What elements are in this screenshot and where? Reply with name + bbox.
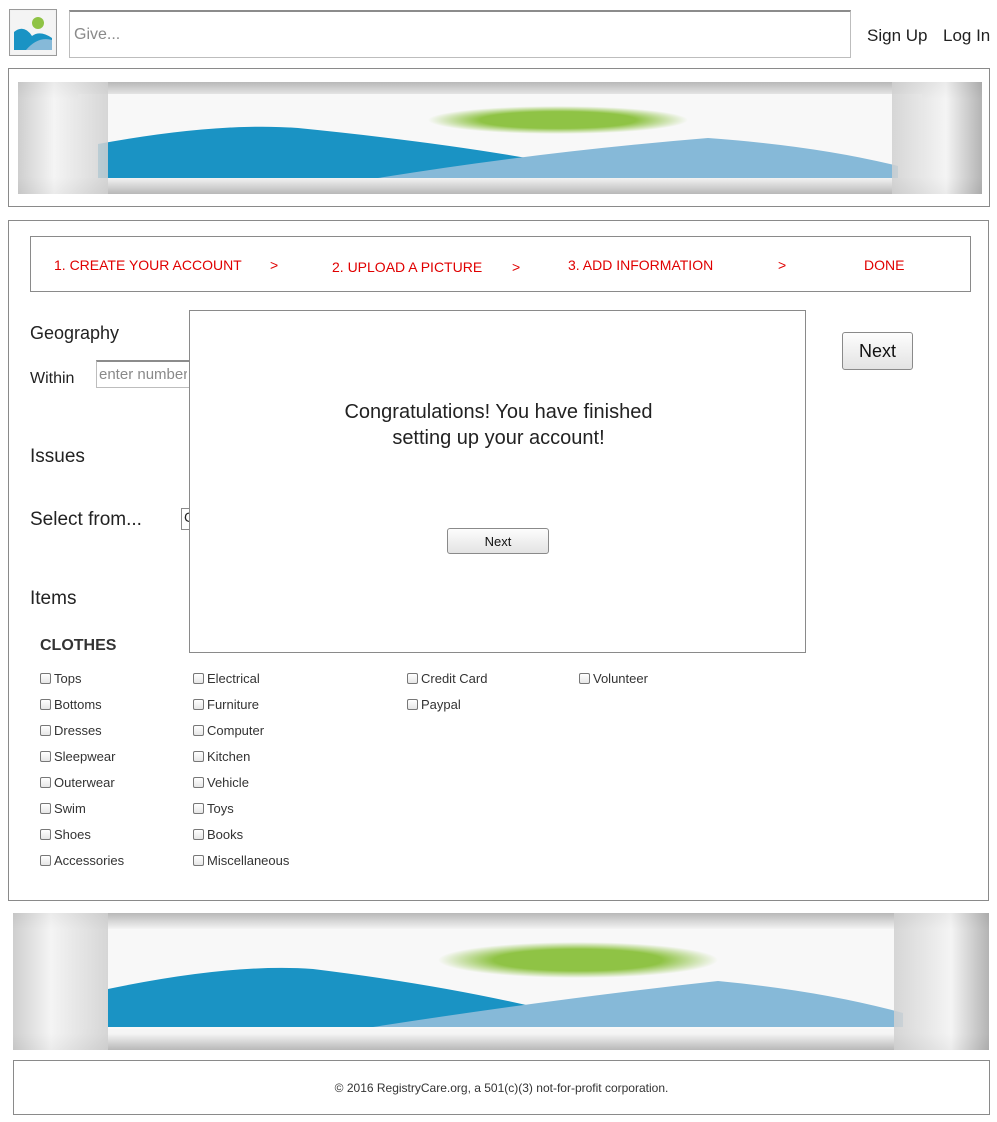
footer: © 2016 RegistryCare.org, a 501(c)(3) not… [13,1060,990,1115]
step-add-information: 3. ADD INFORMATION [568,257,714,273]
checkbox[interactable] [40,750,51,762]
checkbox[interactable] [193,776,204,788]
checkbox-label: Paypal [421,696,461,712]
checkbox-label: Tops [54,670,82,686]
checkbox[interactable] [40,802,51,814]
image-placeholder-icon [11,11,55,54]
top-banner-frame [8,68,990,207]
checkbox-label: Toys [207,800,234,816]
checkbox-label: Bottoms [54,696,102,712]
checkbox[interactable] [40,776,51,788]
site-logo[interactable] [9,9,57,56]
bottom-banner-image [13,913,989,1050]
modal-message: Congratulations! You have finished setti… [190,399,807,451]
step-create-account: 1. CREATE YOUR ACCOUNT [54,257,242,273]
step-separator: > [512,259,521,275]
checkbox[interactable] [40,828,51,840]
checkbox-item[interactable]: Paypal [407,696,487,712]
checkbox[interactable] [193,724,204,736]
checkbox[interactable] [407,698,418,710]
checkbox-label: Sleepwear [54,748,116,764]
checkbox-label: Vehicle [207,774,249,790]
select-from-label: Select from... [30,509,142,530]
within-label: Within [30,370,75,387]
checkbox[interactable] [193,802,204,814]
checkbox[interactable] [579,672,590,684]
checkbox-label: Electrical [207,670,260,686]
checkbox-item[interactable]: Furniture [193,696,289,712]
checkbox-item[interactable]: Computer [193,722,289,738]
checkbox-item[interactable]: Accessories [40,852,124,868]
geography-title: Geography [30,323,120,343]
checkbox-item[interactable]: Credit Card [407,670,487,686]
checkbox-item[interactable]: Electrical [193,670,289,686]
checkbox[interactable] [40,724,51,736]
checkbox-label: Swim [54,800,86,816]
checkbox-item[interactable]: Dresses [40,722,124,738]
checkbox-item[interactable]: Outerwear [40,774,124,790]
items-column-3: Credit Card Paypal [407,670,487,712]
checkbox[interactable] [193,698,204,710]
checkbox[interactable] [407,672,418,684]
checkbox-label: Outerwear [54,774,115,790]
items-column-4: Volunteer [579,670,648,686]
checkbox[interactable] [193,854,204,866]
next-button[interactable]: Next [842,332,913,370]
modal-message-line-2: setting up your account! [392,427,605,449]
step-done: DONE [864,257,905,273]
checkbox-label: Volunteer [593,670,648,686]
items-column-1: Tops Bottoms Dresses Sleepwear Outerwear… [40,670,124,868]
checkbox-label: Furniture [207,696,260,712]
log-in-link[interactable]: Log In [943,26,990,46]
sign-up-link[interactable]: Sign Up [867,26,927,46]
checkbox-item[interactable]: Sleepwear [40,748,124,764]
congratulations-modal: Congratulations! You have finished setti… [189,310,806,653]
checkbox-item[interactable]: Books [193,826,289,842]
checkbox[interactable] [193,672,204,684]
checkbox-item[interactable]: Volunteer [579,670,648,686]
checkbox-item[interactable]: Shoes [40,826,124,842]
checkbox-label: Miscellaneous [207,852,290,868]
checkbox[interactable] [40,698,51,710]
checkbox[interactable] [193,828,204,840]
step-separator: > [778,257,787,273]
checkbox-item[interactable]: Kitchen [193,748,289,764]
modal-message-line-1: Congratulations! You have finished [344,401,653,423]
category-title-clothes: CLOTHES [40,637,117,654]
checkbox-label: Credit Card [421,670,488,686]
modal-next-button[interactable]: Next [447,528,549,554]
step-upload-picture: 2. UPLOAD A PICTURE [332,259,483,275]
checkbox[interactable] [40,854,51,866]
checkbox[interactable] [193,750,204,762]
checkbox-item[interactable]: Bottoms [40,696,124,712]
checkbox-item[interactable]: Vehicle [193,774,289,790]
checkbox-item[interactable]: Toys [193,800,289,816]
items-column-2: Electrical Furniture Computer Kitchen Ve… [193,670,289,868]
checkbox-label: Kitchen [207,748,251,764]
checkbox-item[interactable]: Swim [40,800,124,816]
within-number-input[interactable] [96,360,190,388]
checkbox-item[interactable]: Miscellaneous [193,852,289,868]
checkbox[interactable] [40,672,51,684]
search-input[interactable] [69,10,851,58]
checkbox-label: Dresses [54,722,102,738]
checkbox-label: Shoes [54,826,91,842]
step-separator: > [270,257,279,273]
checkbox-item[interactable]: Tops [40,670,124,686]
checkbox-label: Books [207,826,244,842]
checkbox-label: Computer [207,722,265,738]
checkbox-label: Accessories [54,852,125,868]
footer-copyright: © 2016 RegistryCare.org, a 501(c)(3) not… [334,1080,669,1095]
issues-title: Issues [30,446,85,467]
items-title: Items [30,588,77,609]
top-banner-image [18,82,982,194]
